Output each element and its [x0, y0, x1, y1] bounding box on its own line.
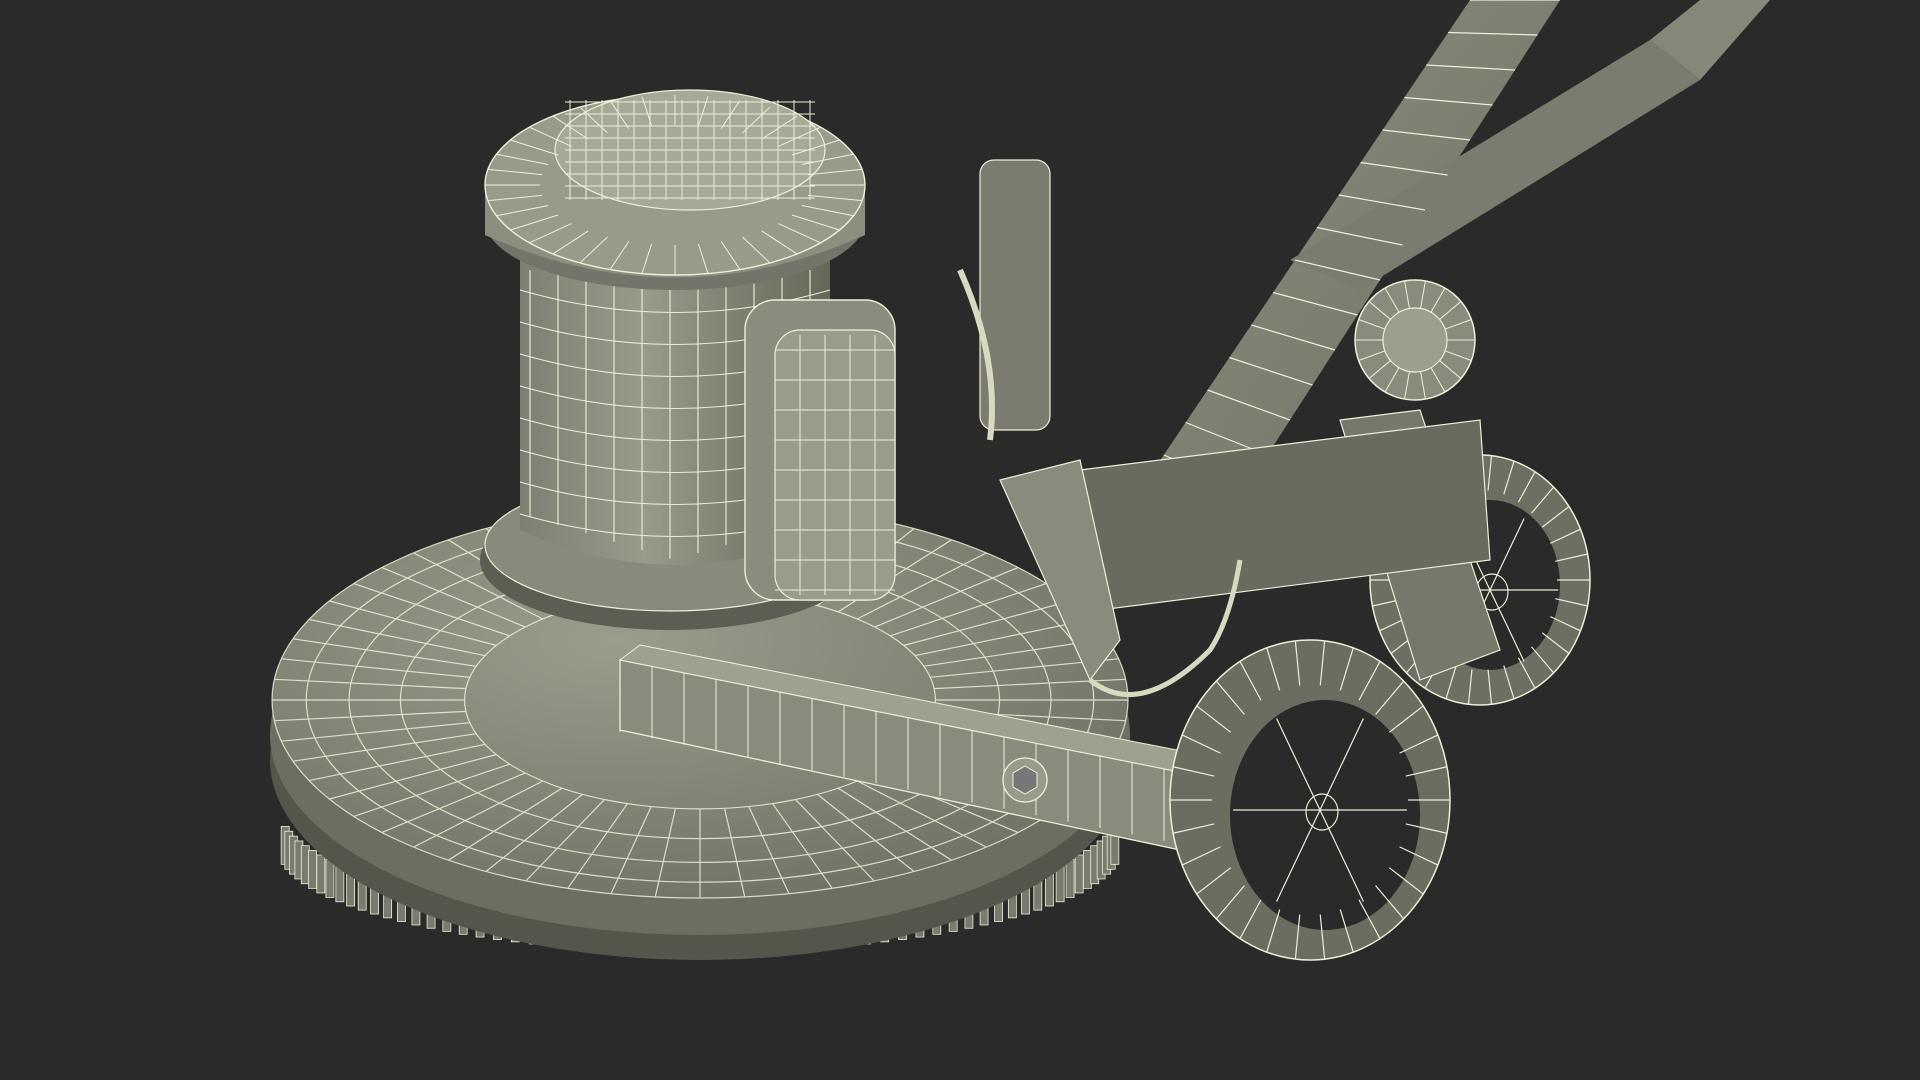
wireframe-render: [0, 0, 1920, 1080]
bolt-1: [1002, 757, 1048, 803]
front-wheel: [1169, 639, 1451, 961]
handle-knob: [1354, 279, 1476, 401]
render-viewport: [0, 0, 1920, 1080]
